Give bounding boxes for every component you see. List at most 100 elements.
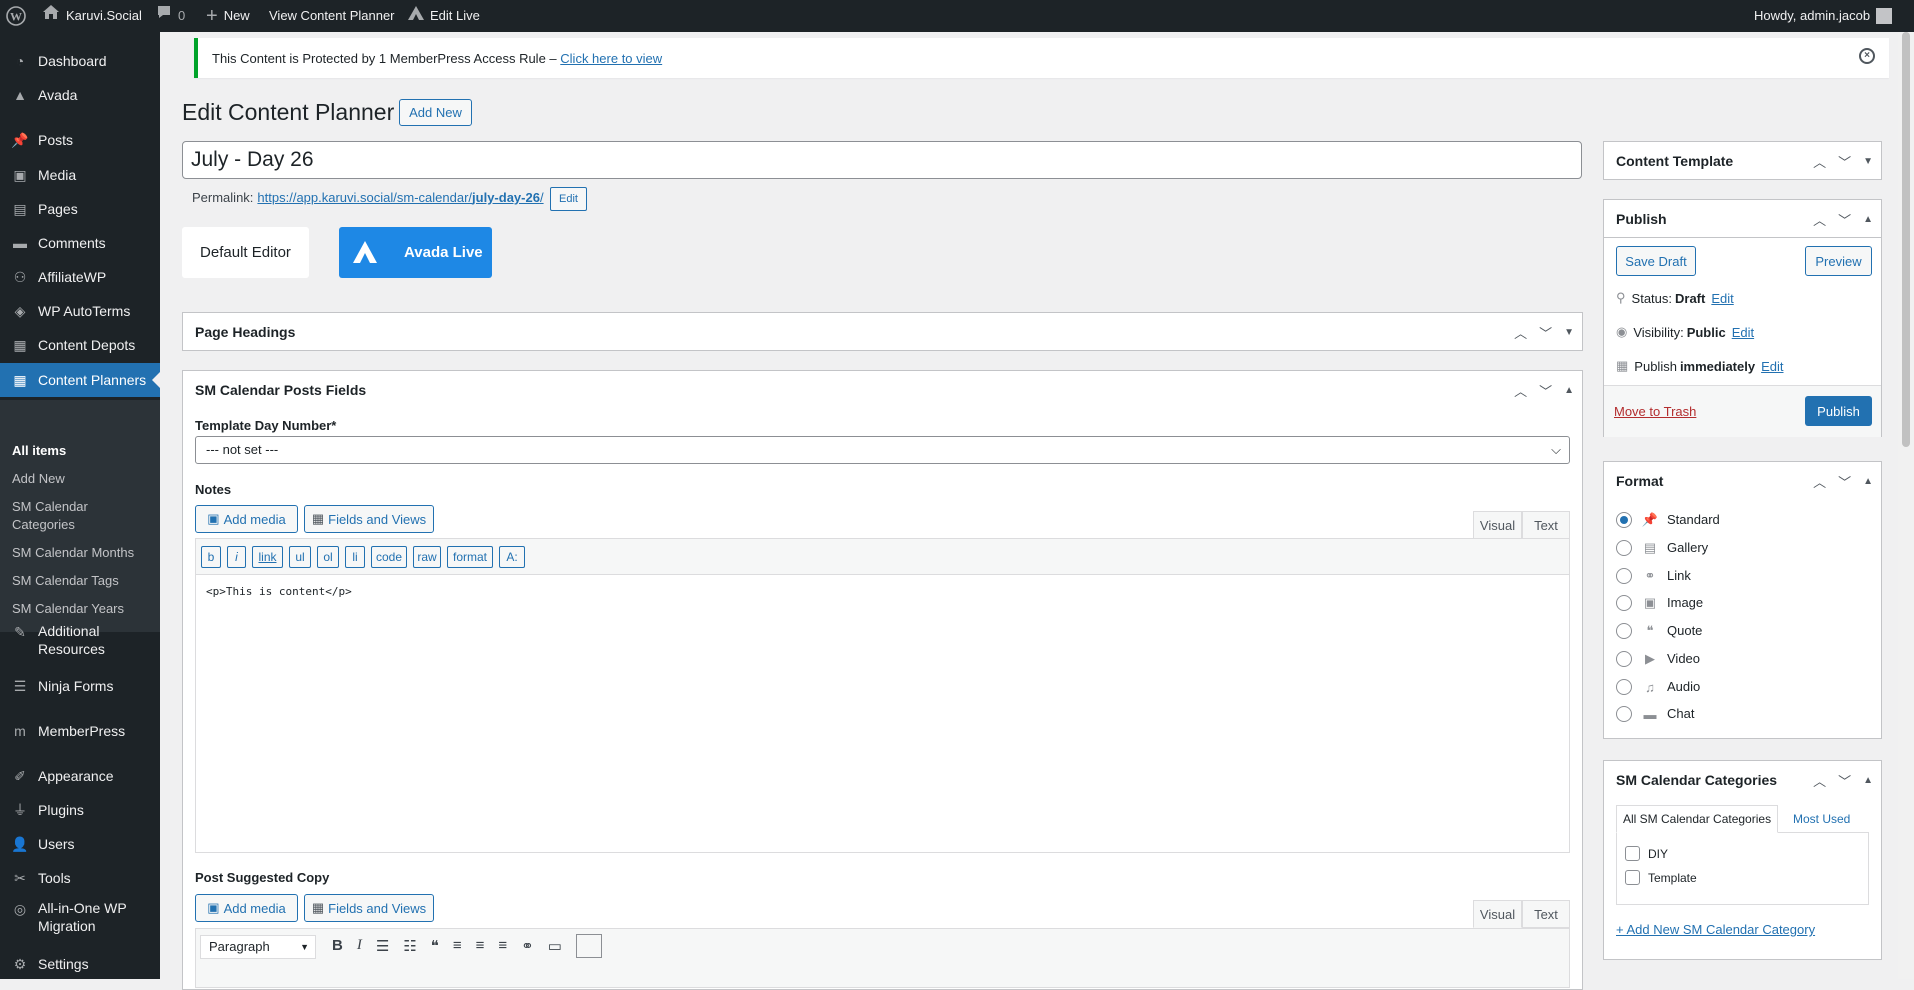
toggle-icon[interactable]: ▼ bbox=[1564, 327, 1574, 338]
new-content-link[interactable]: + New bbox=[206, 0, 250, 32]
quicktag-button[interactable]: link bbox=[252, 546, 283, 568]
fields-box-header[interactable]: SM Calendar Posts Fields bbox=[183, 371, 1582, 409]
menu-users[interactable]: 👤 Users bbox=[0, 827, 160, 861]
quicktag-button[interactable]: A: bbox=[499, 546, 525, 568]
save-draft-button[interactable]: Save Draft bbox=[1616, 246, 1696, 276]
tab-all-categories[interactable]: All SM Calendar Categories bbox=[1616, 805, 1779, 833]
bold-icon[interactable]: B bbox=[332, 937, 343, 958]
format-radio-quote[interactable] bbox=[1616, 623, 1632, 639]
submenu-add-new[interactable]: Add New bbox=[12, 470, 65, 488]
permalink-edit-button[interactable]: Edit bbox=[550, 187, 587, 211]
toggle-icon[interactable]: ▲ bbox=[1863, 476, 1873, 487]
menu-appearance[interactable]: ✐ Appearance bbox=[0, 759, 160, 793]
move-up-icon[interactable]: ︿ bbox=[1813, 472, 1826, 491]
move-down-icon[interactable]: ﹀ bbox=[1838, 210, 1851, 229]
toolbar-toggle-icon[interactable] bbox=[575, 934, 602, 958]
format-radio-chat[interactable] bbox=[1616, 706, 1632, 722]
format-radio-standard[interactable] bbox=[1616, 512, 1632, 528]
view-content-planner-link[interactable]: View Content Planner bbox=[269, 0, 395, 32]
text-tab-2[interactable]: Text bbox=[1522, 900, 1570, 928]
quicktag-button[interactable]: i bbox=[227, 546, 246, 568]
quicktag-button[interactable]: b bbox=[201, 546, 221, 568]
fields-views-button-2[interactable]: ▦ Fields and Views bbox=[304, 894, 434, 922]
align-right-icon[interactable]: ≡ bbox=[498, 937, 507, 958]
default-editor-button[interactable]: Default Editor bbox=[182, 227, 309, 278]
format-radio-audio[interactable] bbox=[1616, 679, 1632, 695]
add-new-category-link[interactable]: + Add New SM Calendar Category bbox=[1616, 922, 1815, 937]
text-tab[interactable]: Text bbox=[1522, 511, 1570, 539]
category-item[interactable]: Template bbox=[1625, 870, 1697, 885]
align-left-icon[interactable]: ≡ bbox=[453, 937, 462, 958]
menu-affiliatewp[interactable]: ⚇ AffiliateWP bbox=[0, 260, 160, 294]
move-down-icon[interactable]: ﹀ bbox=[1539, 323, 1552, 342]
submenu-sm-calendar-categories[interactable]: SM Calendar Categories bbox=[12, 498, 112, 534]
menu-settings[interactable]: ⚙ Settings bbox=[0, 947, 160, 981]
my-account-link[interactable]: Howdy, admin.jacob bbox=[1754, 0, 1893, 32]
notes-textarea[interactable]: <p>This is content</p> bbox=[195, 575, 1570, 853]
menu-content-planners[interactable]: ▦ Content Planners bbox=[0, 363, 160, 397]
menu-all-in-one-migration[interactable]: ◎ All-in-One WP Migration bbox=[0, 887, 160, 935]
checkbox[interactable] bbox=[1625, 846, 1640, 861]
menu-memberpress[interactable]: m MemberPress bbox=[0, 714, 160, 748]
format-select[interactable]: Paragraph ▼ bbox=[200, 935, 316, 959]
wordpress-logo-icon[interactable]: W bbox=[6, 0, 26, 32]
menu-content-depots[interactable]: ▦ Content Depots bbox=[0, 328, 160, 362]
align-center-icon[interactable]: ≡ bbox=[476, 937, 485, 958]
move-up-icon[interactable]: ︿ bbox=[1813, 152, 1826, 171]
avada-live-button[interactable]: Avada Live bbox=[339, 227, 492, 278]
move-down-icon[interactable]: ﹀ bbox=[1539, 381, 1552, 400]
tab-most-used[interactable]: Most Used bbox=[1793, 812, 1850, 826]
page-headings-header[interactable]: Page Headings bbox=[183, 313, 1582, 351]
notice-view-link[interactable]: Click here to view bbox=[560, 51, 662, 66]
move-up-icon[interactable]: ︿ bbox=[1514, 323, 1527, 342]
quicktag-button[interactable]: ul bbox=[289, 546, 311, 568]
move-to-trash-link[interactable]: Move to Trash bbox=[1614, 404, 1696, 419]
link-icon[interactable]: ⚭ bbox=[521, 937, 534, 958]
move-down-icon[interactable]: ﹀ bbox=[1838, 152, 1851, 171]
edit-visibility-link[interactable]: Edit bbox=[1732, 325, 1754, 340]
menu-ninja-forms[interactable]: ☰ Ninja Forms bbox=[0, 669, 160, 703]
toggle-icon[interactable]: ▲ bbox=[1863, 214, 1873, 225]
menu-additional-resources[interactable]: ✎ Additional Resources bbox=[0, 616, 160, 664]
move-up-icon[interactable]: ︿ bbox=[1813, 210, 1826, 229]
menu-posts[interactable]: 📌 Posts bbox=[0, 123, 160, 157]
edit-live-link[interactable]: Edit Live bbox=[408, 0, 480, 32]
submenu-all-items[interactable]: All items bbox=[12, 442, 66, 460]
blockquote-icon[interactable]: ❝ bbox=[431, 937, 439, 958]
publish-button[interactable]: Publish bbox=[1805, 396, 1872, 426]
quicktag-button[interactable]: code bbox=[371, 546, 407, 568]
preview-button[interactable]: Preview bbox=[1805, 246, 1872, 276]
quicktag-button[interactable]: format bbox=[447, 546, 493, 568]
move-up-icon[interactable]: ︿ bbox=[1813, 771, 1826, 790]
move-down-icon[interactable]: ﹀ bbox=[1838, 472, 1851, 491]
post-title-input[interactable]: July - Day 26 bbox=[182, 141, 1582, 179]
page-scrollbar[interactable] bbox=[1898, 32, 1914, 979]
permalink-link[interactable]: https://app.karuvi.social/sm-calendar/ju… bbox=[257, 190, 543, 205]
menu-comments[interactable]: ▬ Comments bbox=[0, 226, 160, 260]
menu-pages[interactable]: ▤ Pages bbox=[0, 192, 160, 226]
dismiss-icon[interactable]: × bbox=[1859, 48, 1875, 64]
menu-media[interactable]: ▣ Media bbox=[0, 158, 160, 192]
menu-plugins[interactable]: ⏚ Plugins bbox=[0, 793, 160, 827]
checkbox[interactable] bbox=[1625, 870, 1640, 885]
menu-dashboard[interactable]: ◔ Dashboard bbox=[0, 44, 160, 78]
site-name-link[interactable]: Karuvi.Social bbox=[42, 0, 142, 32]
category-item[interactable]: DIY bbox=[1625, 846, 1668, 861]
read-more-icon[interactable]: ▭ bbox=[548, 937, 562, 958]
quicktag-button[interactable]: ol bbox=[317, 546, 339, 568]
edit-schedule-link[interactable]: Edit bbox=[1761, 359, 1783, 374]
fields-views-button[interactable]: ▦ Fields and Views bbox=[304, 505, 434, 533]
visual-tab[interactable]: Visual bbox=[1473, 511, 1522, 539]
format-radio-gallery[interactable] bbox=[1616, 540, 1632, 556]
add-media-button-2[interactable]: ▣ Add media bbox=[195, 894, 298, 922]
add-new-button[interactable]: Add New bbox=[399, 99, 472, 126]
template-day-select[interactable]: --- not set --- ⌵ bbox=[195, 436, 1570, 464]
edit-status-link[interactable]: Edit bbox=[1711, 291, 1733, 306]
quicktag-button[interactable]: li bbox=[345, 546, 365, 568]
submenu-sm-calendar-months[interactable]: SM Calendar Months bbox=[12, 544, 134, 562]
toggle-icon[interactable]: ▲ bbox=[1564, 385, 1574, 396]
menu-wp-autoterms[interactable]: ◈ WP AutoTerms bbox=[0, 294, 160, 328]
numbered-list-icon[interactable]: ☷ bbox=[403, 937, 416, 958]
format-radio-link[interactable] bbox=[1616, 568, 1632, 584]
toggle-icon[interactable]: ▲ bbox=[1863, 775, 1873, 786]
